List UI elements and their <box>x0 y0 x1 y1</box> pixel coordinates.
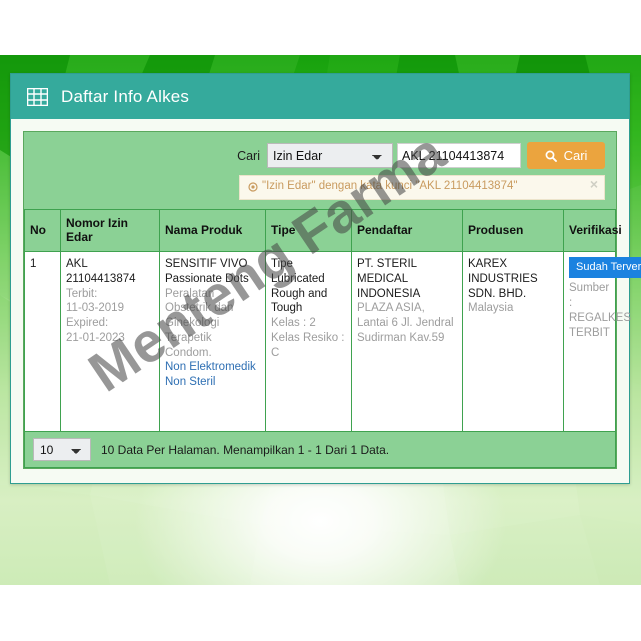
search-keyword-input[interactable] <box>397 143 521 168</box>
izin-expired-value: 21-01-2023 <box>66 331 125 344</box>
cell-nomor-izin-edar: AKL 21104413874 Terbit: 11-03-2019 Expir… <box>60 251 160 433</box>
alert-text: "Izin Edar" dengan kata kunci "AKL 21104… <box>262 180 518 192</box>
per-page-select[interactable]: 10 <box>33 438 91 462</box>
ban-circle-icon <box>248 182 258 192</box>
search-icon <box>545 150 557 162</box>
page-title: Daftar Info Alkes <box>61 86 190 106</box>
search-row: Cari Izin Edar Cari <box>24 132 616 175</box>
search-filter-alert: "Izin Edar" dengan kata kunci "AKL 21104… <box>239 175 605 200</box>
izin-expired-label: Expired: <box>66 317 109 330</box>
cell-tipe: Tipe Lubricated Rough and Tough Kelas : … <box>265 251 352 433</box>
izin-terbit-value: 11-03-2019 <box>66 302 124 315</box>
tipe-resiko: Kelas Resiko : C <box>271 331 345 359</box>
cell-no: 1 <box>24 251 61 433</box>
cell-verifikasi: Sudah Terverifikasi Sumber : REGALKES TE… <box>563 251 641 433</box>
verifikasi-source: Sumber : REGALKES TERBIT <box>569 282 631 339</box>
pendaftar-name: PT. STERIL MEDICAL INDONESIA <box>357 258 421 300</box>
search-field-select[interactable]: Izin Edar <box>267 143 393 168</box>
table-head: No Nomor Izin Edar Nama Produk Tipe Pend… <box>24 208 622 253</box>
produk-title: SENSITIF VIVO Passionate Dots <box>165 258 249 286</box>
search-label: Cari <box>237 148 260 163</box>
produsen-country: Malaysia <box>468 302 514 315</box>
pendaftar-address: PLAZA ASIA, Lantai 6 Jl. Jendral Sudirma… <box>357 302 454 344</box>
search-panel: Cari Izin Edar Cari <box>23 131 641 470</box>
tipe-title: Tipe Lubricated Rough and Tough <box>271 258 328 315</box>
column-header-produsen: Produsen <box>462 208 564 253</box>
alert-row: "Izin Edar" dengan kata kunci "AKL 21104… <box>24 175 616 209</box>
tipe-kelas: Kelas : 2 <box>271 317 316 330</box>
column-header-no: No <box>24 208 61 253</box>
izin-terbit-label: Terbit: <box>66 287 98 300</box>
produk-tag-elektromedik[interactable]: Non Elektromedik <box>165 360 260 375</box>
produk-category: Peralatan Obstetrik dan Ginekologi Terap… <box>165 287 234 359</box>
table-footer: 10 10 Data Per Halaman. Menampilkan 1 - … <box>24 432 616 469</box>
cell-nama-produk: SENSITIF VIVO Passionate Dots Peralatan … <box>159 251 266 433</box>
alkes-table: No Nomor Izin Edar Nama Produk Tipe Pend… <box>24 208 641 433</box>
panel-body: Cari Izin Edar Cari <box>11 119 641 483</box>
column-header-pendaftar: Pendaftar <box>351 208 463 253</box>
column-header-tipe: Tipe <box>265 208 352 253</box>
pagination-info: 10 Data Per Halaman. Menampilkan 1 - 1 D… <box>101 442 390 457</box>
table-grid-icon <box>27 87 48 106</box>
panel-header: Daftar Info Alkes <box>11 74 629 119</box>
cell-produsen: KAREX INDUSTRIES SDN. BHD. Malaysia <box>462 251 564 433</box>
search-button[interactable]: Cari <box>527 142 605 169</box>
column-header-nama-produk: Nama Produk <box>159 208 266 253</box>
izin-code: AKL 21104413874 <box>66 258 136 286</box>
column-header-nomor-izin-edar: Nomor Izin Edar <box>60 208 160 253</box>
close-icon[interactable]: × <box>590 177 598 191</box>
table-row: 1 AKL 21104413874 Terbit: 11-03-2019 Exp… <box>24 251 641 433</box>
search-button-label: Cari <box>563 148 588 163</box>
table-header-row: No Nomor Izin Edar Nama Produk Tipe Pend… <box>24 208 622 253</box>
table-body: 1 AKL 21104413874 Terbit: 11-03-2019 Exp… <box>24 251 641 433</box>
column-header-verifikasi: Verifikasi <box>563 208 622 253</box>
produsen-name: KAREX INDUSTRIES SDN. BHD. <box>468 258 538 300</box>
cell-pendaftar: PT. STERIL MEDICAL INDONESIA PLAZA ASIA,… <box>351 251 463 433</box>
status-badge[interactable]: Sudah Terverifikasi <box>569 257 641 279</box>
info-alkes-panel: Daftar Info Alkes Cari Izin Edar Cari <box>10 73 641 485</box>
produk-tag-steril[interactable]: Non Steril <box>165 375 260 390</box>
